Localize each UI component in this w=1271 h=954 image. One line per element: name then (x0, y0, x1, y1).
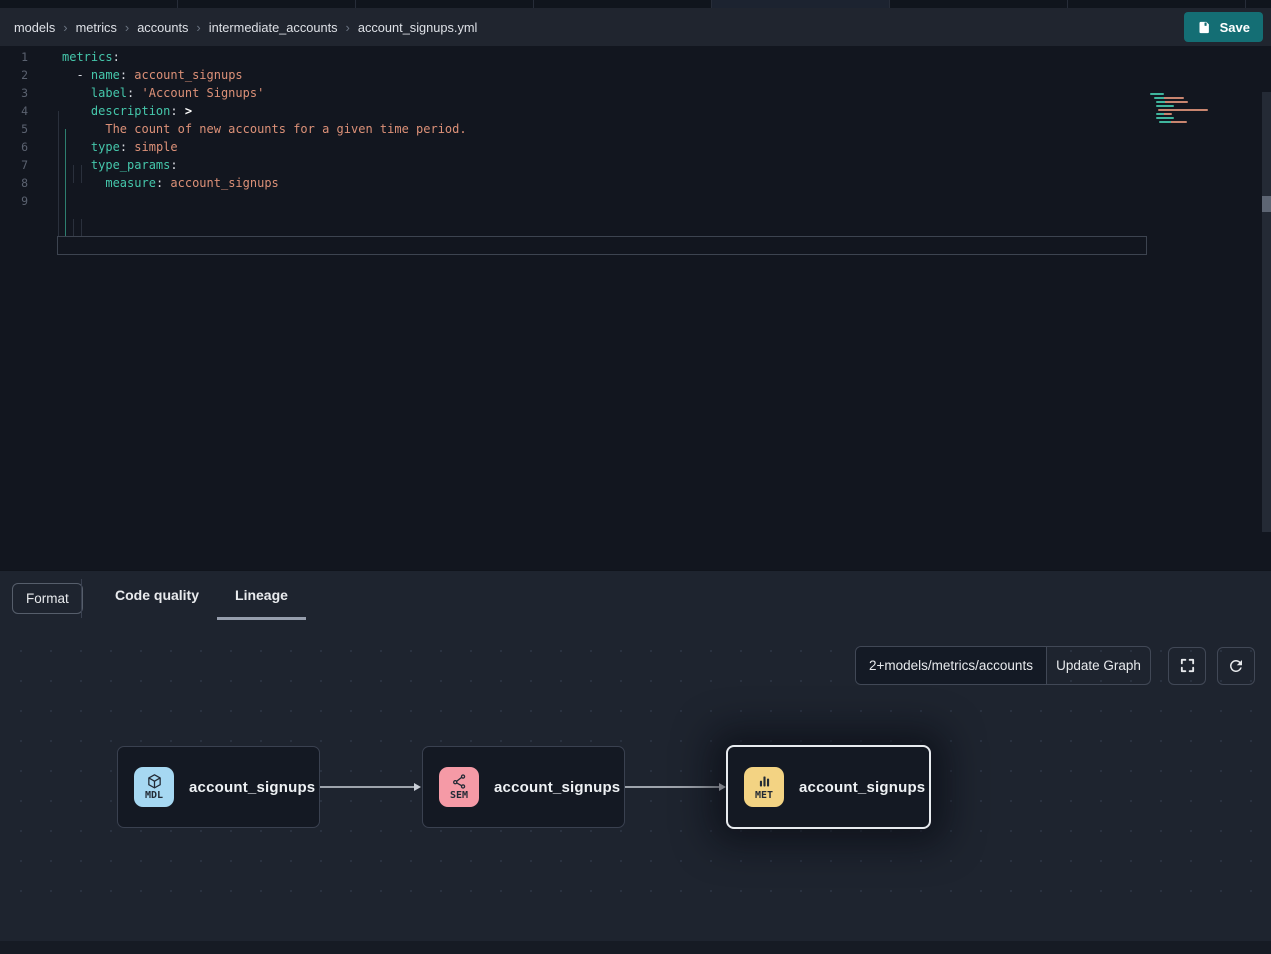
yaml-text: The count of new accounts for a given ti… (105, 122, 466, 136)
indent-guide (81, 165, 82, 183)
lineage-canvas[interactable]: Update Graph (0, 626, 1271, 911)
node-label: account_signups (189, 779, 315, 796)
save-label: Save (1220, 20, 1250, 35)
yaml-key: name (91, 68, 120, 82)
yaml-key: measure (105, 176, 156, 190)
indent-guide (58, 111, 59, 236)
indent-guide (73, 165, 74, 183)
format-button[interactable]: Format (12, 583, 83, 614)
yaml-block-indicator: > (185, 104, 192, 118)
fullscreen-button[interactable] (1168, 647, 1206, 685)
badge-label: MDL (145, 790, 163, 801)
save-button[interactable]: Save (1184, 12, 1263, 42)
code-line[interactable]: 7 type_params: (0, 156, 1271, 174)
breadcrumb-item-intermediate-accounts[interactable]: intermediate_accounts (209, 20, 338, 35)
badge-label: SEM (450, 790, 468, 801)
yaml-string: 'Account Signups' (134, 86, 264, 100)
tab-strip-filler (1246, 0, 1271, 8)
code-line-active[interactable]: 9 (0, 192, 1271, 210)
scrollbar-thumb[interactable] (1262, 196, 1271, 212)
line-number: 4 (0, 102, 40, 120)
refresh-button[interactable] (1217, 647, 1255, 685)
code-line[interactable]: 5 The count of new accounts for a given … (0, 120, 1271, 138)
chevron-right-icon: › (346, 20, 350, 35)
lineage-controls: Update Graph (855, 646, 1255, 685)
yaml-key: type_params (91, 158, 170, 172)
lineage-filter-input[interactable] (856, 647, 1046, 684)
chevron-right-icon: › (125, 20, 129, 35)
yaml-dash: - (76, 68, 90, 82)
lineage-node-metric-selected[interactable]: MET account_signups (726, 745, 931, 829)
tab-lineage[interactable]: Lineage (217, 583, 306, 620)
update-graph-button[interactable]: Update Graph (1046, 647, 1150, 684)
breadcrumb-item-metrics[interactable]: metrics (76, 20, 117, 35)
active-line-highlight (57, 236, 1147, 255)
line-number: 5 (0, 120, 40, 138)
minimap[interactable] (1150, 93, 1212, 127)
file-tab[interactable] (890, 0, 1068, 8)
file-tab[interactable] (0, 0, 178, 8)
editor-scrollbar[interactable] (1262, 92, 1271, 532)
line-number: 3 (0, 84, 40, 102)
line-number: 2 (0, 66, 40, 84)
indent-guide (81, 219, 82, 237)
yaml-value: account_signups (163, 176, 279, 190)
node-label: account_signups (494, 779, 620, 796)
file-tab-active[interactable] (712, 0, 890, 8)
model-badge: MDL (134, 767, 174, 807)
code-line[interactable]: 2 - name: account_signups (0, 66, 1271, 84)
chevron-right-icon: › (196, 20, 200, 35)
yaml-value: account_signups (127, 68, 243, 82)
node-label: account_signups (799, 779, 925, 796)
lineage-node-semantic-model[interactable]: SEM account_signups (422, 746, 625, 828)
file-tab[interactable] (178, 0, 356, 8)
line-number: 1 (0, 48, 40, 66)
app-window: models › metrics › accounts › intermedia… (0, 0, 1271, 954)
code-line[interactable]: 1 metrics: (0, 48, 1271, 66)
file-tab[interactable] (356, 0, 534, 8)
code-line[interactable]: 6 type: simple (0, 138, 1271, 156)
breadcrumb: models › metrics › accounts › intermedia… (0, 20, 477, 35)
panel-bottom-strip (0, 941, 1271, 954)
breadcrumb-item-file[interactable]: account_signups.yml (358, 20, 478, 35)
yaml-punct: : (113, 50, 120, 64)
badge-label: MET (755, 790, 773, 801)
panel-divider (81, 579, 82, 618)
yaml-key: description (91, 104, 170, 118)
refresh-icon (1227, 657, 1245, 675)
tab-code-quality[interactable]: Code quality (97, 583, 217, 620)
indent-guide-active (65, 129, 66, 236)
code-line[interactable]: 8 measure: account_signups (0, 174, 1271, 192)
bar-chart-icon (756, 773, 773, 790)
save-icon (1197, 20, 1212, 35)
breadcrumb-item-models[interactable]: models (14, 20, 55, 35)
fullscreen-icon (1179, 657, 1196, 674)
line-number: 7 (0, 156, 40, 174)
lineage-filter-group: Update Graph (855, 646, 1151, 685)
panel-tabs: Code quality Lineage (97, 583, 306, 620)
semantic-model-badge: SEM (439, 767, 479, 807)
line-number: 6 (0, 138, 40, 156)
code-line[interactable]: 3 label: 'Account Signups' (0, 84, 1271, 102)
yaml-value: simple (127, 140, 178, 154)
cube-icon (146, 773, 163, 790)
file-tab[interactable] (1068, 0, 1246, 8)
code-editor[interactable]: 1 metrics: 2 - name: account_signups 3 l… (0, 46, 1271, 570)
code-line[interactable]: 4 description: > (0, 102, 1271, 120)
chevron-right-icon: › (63, 20, 67, 35)
network-icon (451, 773, 468, 790)
file-tab[interactable] (534, 0, 712, 8)
breadcrumb-bar: models › metrics › accounts › intermedia… (0, 8, 1271, 46)
indent-guide (73, 219, 74, 237)
editor-tab-strip (0, 0, 1271, 8)
metric-badge: MET (744, 767, 784, 807)
breadcrumb-item-accounts[interactable]: accounts (137, 20, 188, 35)
yaml-key: type (91, 140, 120, 154)
line-number: 8 (0, 174, 40, 192)
line-number: 9 (0, 192, 40, 210)
yaml-key: label (91, 86, 127, 100)
yaml-key: metrics (62, 50, 113, 64)
bottom-panel: Format Code quality Lineage Update Graph (0, 570, 1271, 954)
lineage-node-model[interactable]: MDL account_signups (117, 746, 320, 828)
